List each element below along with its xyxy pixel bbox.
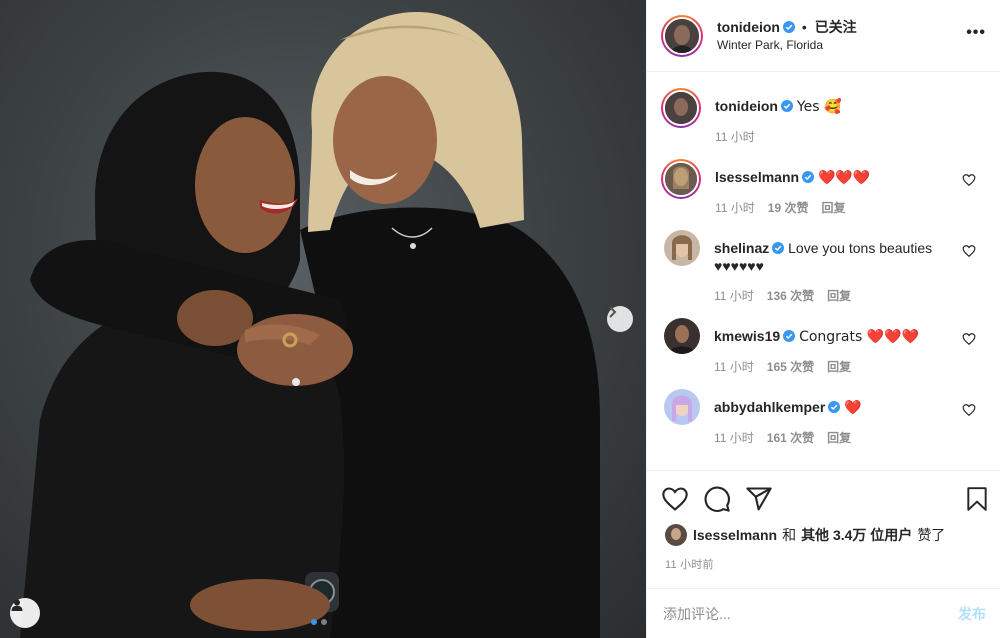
comment-composer: 发布: [647, 588, 1000, 638]
comment-text: ❤️❤️❤️: [817, 170, 871, 186]
share-icon[interactable]: [745, 485, 773, 513]
comments-list: tonideion Yes 🥰 11 小时 lsesselmann ❤️❤️❤️…: [647, 72, 1000, 470]
comment-item: abbydahlkemper ❤️ 11 小时 161 次赞 回复: [661, 389, 984, 446]
verified-icon: [781, 100, 793, 112]
heart-icon[interactable]: [962, 173, 976, 187]
comment-username[interactable]: abbydahlkemper: [714, 399, 825, 415]
comment-likes[interactable]: 165 次赞: [767, 358, 814, 375]
reply-button[interactable]: 回复: [827, 287, 851, 304]
reply-button[interactable]: 回复: [827, 358, 851, 375]
like-post-heart-icon[interactable]: [661, 485, 689, 513]
comment-time[interactable]: 11 小时: [714, 429, 754, 446]
comment-item: kmewis19 Congrats ❤️❤️❤️ 11 小时 165 次赞 回复: [661, 318, 984, 375]
author-username[interactable]: tonideion: [717, 19, 780, 35]
comment-avatar[interactable]: [664, 389, 700, 425]
carousel-dot-active: [311, 619, 317, 625]
comment-time[interactable]: 11 小时: [714, 358, 754, 375]
header-separator: •: [801, 18, 807, 35]
next-arrow-icon: [609, 306, 617, 318]
add-comment-input[interactable]: [663, 605, 958, 622]
liked-by-others[interactable]: 其他 3.4万 位用户: [801, 525, 912, 545]
heart-icon[interactable]: [962, 403, 976, 417]
post-comment-button[interactable]: 发布: [958, 604, 986, 624]
comment-likes[interactable]: 161 次赞: [767, 429, 814, 446]
comment-time[interactable]: 11 小时: [715, 199, 755, 216]
comment-username[interactable]: shelinaz: [714, 240, 769, 256]
liked-by-suffix: 赞了: [917, 527, 946, 543]
comment-time[interactable]: 11 小时: [714, 287, 754, 304]
comment-item: lsesselmann ❤️❤️❤️ 11 小时 19 次赞 回复: [661, 159, 984, 216]
photo-illustration: [20, 11, 600, 638]
caption-username[interactable]: tonideion: [715, 98, 778, 114]
liked-by-avatar[interactable]: [665, 524, 687, 546]
comment-likes[interactable]: 136 次赞: [767, 287, 814, 304]
liked-by-and: 和: [782, 527, 797, 543]
next-slide-button[interactable]: [607, 306, 633, 332]
follow-state-button[interactable]: 已关注: [815, 19, 857, 35]
comment-avatar[interactable]: [664, 318, 700, 354]
post-time[interactable]: 11 小时前: [665, 556, 984, 572]
liked-by-row: lsesselmann 和 其他 3.4万 位用户 赞了: [661, 524, 984, 546]
instagram-post-modal: tonideion • 已关注 Winter Park, Florida •••: [0, 0, 1000, 638]
verified-icon: [802, 171, 815, 183]
more-options-icon[interactable]: •••: [966, 24, 986, 42]
verified-icon: [828, 401, 841, 413]
tagged-users-button[interactable]: [10, 598, 40, 628]
comment-avatar[interactable]: [664, 230, 700, 266]
post-sidebar: tonideion • 已关注 Winter Park, Florida •••: [646, 0, 1000, 638]
post-actions: lsesselmann 和 其他 3.4万 位用户 赞了 11 小时前: [647, 470, 1000, 588]
comment-username[interactable]: lsesselmann: [715, 169, 799, 185]
bookmark-icon[interactable]: [964, 485, 990, 513]
heart-icon[interactable]: [962, 244, 976, 258]
carousel-dot: [321, 619, 327, 625]
user-tag-icon: [11, 599, 23, 611]
comment-item: shelinaz Love you tons beauties ♥♥♥♥♥♥ 1…: [661, 230, 984, 304]
verified-icon: [772, 242, 785, 254]
verified-icon: [783, 330, 796, 342]
author-avatar[interactable]: [661, 14, 703, 57]
comment-icon[interactable]: [703, 485, 731, 513]
caption: tonideion Yes 🥰 11 小时: [661, 88, 984, 145]
post-photo[interactable]: [0, 0, 646, 638]
post-location[interactable]: Winter Park, Florida: [717, 37, 857, 53]
caption-text: Yes 🥰: [796, 99, 842, 115]
comment-username[interactable]: kmewis19: [714, 328, 780, 344]
caption-time[interactable]: 11 小时: [715, 128, 755, 145]
comment-text: Congrats ❤️❤️❤️: [799, 329, 920, 345]
heart-icon[interactable]: [962, 332, 976, 346]
comment-avatar[interactable]: [661, 159, 701, 199]
comment-likes[interactable]: 19 次赞: [768, 199, 809, 216]
post-header: tonideion • 已关注 Winter Park, Florida •••: [647, 0, 1000, 72]
comment-text: ❤️: [844, 400, 862, 416]
reply-button[interactable]: 回复: [827, 429, 851, 446]
liked-by-user[interactable]: lsesselmann: [693, 527, 777, 543]
verified-icon: [783, 20, 795, 33]
caption-avatar[interactable]: [661, 88, 701, 128]
reply-button[interactable]: 回复: [821, 199, 845, 216]
carousel-indicators: [311, 619, 327, 625]
